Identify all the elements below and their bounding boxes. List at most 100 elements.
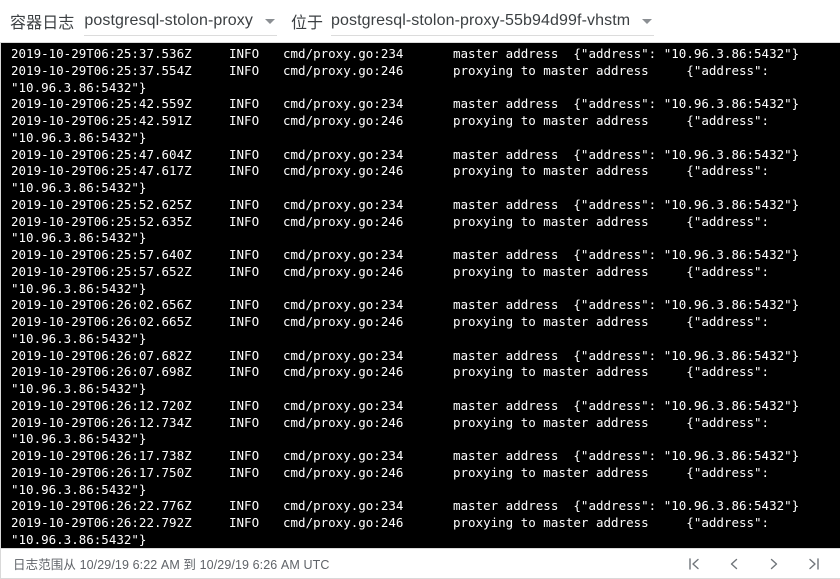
log-message: proxying to master address {"address": (453, 515, 770, 530)
log-message: master address {"address": "10.96.3.86:5… (453, 247, 800, 262)
log-timestamp: 2019-10-29T06:26:07.682Z (11, 347, 192, 363)
log-timestamp: 2019-10-29T06:25:57.652Z (11, 263, 192, 279)
log-message: proxying to master address {"address": (453, 314, 770, 329)
log-line: 2019-10-29T06:25:42.559Z INFO cmd/proxy.go… (1, 96, 840, 113)
logs-footer: 日志范围从 10/29/19 6:22 AM 到 10/29/19 6:26 A… (0, 548, 840, 579)
chevron-down-icon (642, 18, 653, 24)
log-timestamp: 2019-10-29T06:25:37.554Z (11, 62, 192, 78)
log-line: 2019-10-29T06:25:37.554Z INFO cmd/proxy.go… (1, 63, 840, 80)
select-underline (331, 35, 655, 36)
log-line-continuation: "10.96.3.86:5432"} (11, 230, 147, 246)
location-label: 位于 (291, 15, 324, 32)
log-source: cmd/proxy.go:234 (283, 448, 404, 463)
log-timestamp: 2019-10-29T06:26:12.734Z (11, 414, 192, 430)
log-source: cmd/proxy.go:246 (283, 263, 404, 279)
log-source: cmd/proxy.go:234 (283, 146, 404, 162)
log-line-continuation: "10.96.3.86:5432"} (11, 381, 147, 396)
log-line: 2019-10-29T06:25:57.652Z INFO cmd/proxy.go… (1, 264, 840, 281)
log-message: master address {"address": "10.96.3.86:5… (453, 498, 800, 514)
log-timestamp: 2019-10-29T06:25:52.625Z (11, 196, 192, 212)
log-severity: INFO (229, 163, 260, 179)
log-line: 2019-10-29T06:26:02.656Z INFO cmd/proxy.go… (1, 297, 840, 314)
log-message: proxying to master address {"address": (453, 213, 770, 229)
log-timestamp: 2019-10-29T06:26:07.698Z (11, 364, 192, 380)
log-source: cmd/proxy.go:234 (283, 46, 404, 61)
log-timestamp: 2019-10-29T06:25:52.635Z (11, 213, 192, 229)
log-severity: INFO (229, 196, 260, 212)
log-line-continuation: "10.96.3.86:5432"} (11, 280, 147, 296)
log-timestamp: 2019-10-29T06:25:47.617Z (11, 163, 192, 179)
page-title: 容器日志 (10, 15, 75, 32)
log-source: cmd/proxy.go:246 (283, 314, 404, 329)
log-message: proxying to master address {"address": (453, 163, 770, 179)
log-severity: INFO (229, 364, 260, 380)
log-timestamp: 2019-10-29T06:26:02.656Z (11, 297, 192, 313)
log-severity: INFO (229, 464, 260, 480)
log-source: cmd/proxy.go:246 (283, 364, 404, 380)
pod-select-value: postgresql-stolon-proxy-55b94d99f-vhstm (331, 12, 631, 29)
log-message: proxying to master address {"address": (453, 464, 770, 480)
log-timestamp: 2019-10-29T06:26:17.738Z (11, 448, 192, 463)
log-message: proxying to master address {"address": (453, 263, 770, 279)
log-line: 2019-10-29T06:26:12.720Z INFO cmd/proxy.go… (1, 398, 840, 415)
log-source: cmd/proxy.go:246 (283, 113, 404, 128)
log-severity: INFO (229, 397, 260, 413)
log-line: 2019-10-29T06:26:22.776Z INFO cmd/proxy.go… (1, 498, 840, 515)
chevron-down-icon (265, 18, 276, 24)
log-timestamp: 2019-10-29T06:26:22.792Z (11, 515, 192, 530)
log-timestamp: 2019-10-29T06:25:37.536Z (11, 46, 192, 61)
log-message: master address {"address": "10.96.3.86:5… (453, 347, 800, 363)
log-severity: INFO (229, 414, 260, 430)
log-message: proxying to master address {"address": (453, 364, 770, 380)
last-page-icon[interactable] (794, 550, 834, 578)
log-timestamp: 2019-10-29T06:26:17.750Z (11, 464, 192, 480)
next-page-icon[interactable] (754, 550, 794, 578)
log-source: cmd/proxy.go:234 (283, 347, 404, 363)
log-line: 2019-10-29T06:25:57.640Z INFO cmd/proxy.go… (1, 247, 840, 264)
log-source: cmd/proxy.go:246 (283, 464, 404, 480)
log-viewport[interactable]: 2019-10-29T06:25:37.536Z INFO cmd/proxy.go… (0, 42, 840, 548)
container-select-value: postgresql-stolon-proxy (84, 12, 254, 29)
log-line-continuation: "10.96.3.86:5432"} (11, 330, 147, 346)
log-severity: INFO (229, 297, 260, 313)
log-timestamp: 2019-10-29T06:25:57.640Z (11, 247, 192, 262)
log-line-continuation: "10.96.3.86:5432"} (11, 79, 147, 95)
first-page-icon[interactable] (674, 550, 714, 578)
log-severity: INFO (229, 263, 260, 279)
previous-page-icon[interactable] (714, 550, 754, 578)
log-line-continuation: "10.96.3.86:5432"} (11, 180, 147, 195)
log-message: master address {"address": "10.96.3.86:5… (453, 146, 800, 162)
log-line: 2019-10-29T06:25:37.536Z INFO cmd/proxy.go… (1, 46, 840, 63)
log-line: 2019-10-29T06:26:12.734Z INFO cmd/proxy.go… (1, 415, 840, 432)
log-severity: INFO (229, 62, 260, 78)
log-source: cmd/proxy.go:246 (283, 414, 404, 430)
container-select[interactable]: postgresql-stolon-proxy (82, 6, 279, 36)
log-source: cmd/proxy.go:234 (283, 397, 404, 413)
log-source: cmd/proxy.go:234 (283, 196, 404, 212)
log-source: cmd/proxy.go:246 (283, 62, 404, 78)
log-line: 2019-10-29T06:26:17.750Z INFO cmd/proxy.go… (1, 465, 840, 482)
log-severity: INFO (229, 46, 260, 61)
log-line-continuation: "10.96.3.86:5432"} (11, 431, 147, 447)
log-timestamp: 2019-10-29T06:26:02.665Z (11, 314, 192, 329)
log-timestamp: 2019-10-29T06:25:42.591Z (11, 113, 192, 128)
log-source: cmd/proxy.go:234 (283, 297, 404, 313)
log-severity: INFO (229, 498, 260, 514)
pod-select[interactable]: postgresql-stolon-proxy-55b94d99f-vhstm (329, 6, 656, 36)
log-message: master address {"address": "10.96.3.86:5… (453, 46, 800, 61)
log-severity: INFO (229, 247, 260, 262)
log-source: cmd/proxy.go:234 (283, 247, 404, 262)
log-line: 2019-10-29T06:25:52.625Z INFO cmd/proxy.go… (1, 197, 840, 214)
select-underline (84, 35, 278, 36)
log-severity: INFO (229, 515, 260, 530)
log-message: proxying to master address {"address": (453, 414, 770, 430)
log-line: 2019-10-29T06:26:02.665Z INFO cmd/proxy.go… (1, 314, 840, 331)
log-line: 2019-10-29T06:25:52.635Z INFO cmd/proxy.go… (1, 214, 840, 231)
log-line-continuation: "10.96.3.86:5432"} (11, 531, 147, 547)
log-timestamp: 2019-10-29T06:26:22.776Z (11, 498, 192, 514)
log-message: master address {"address": "10.96.3.86:5… (453, 448, 800, 463)
logs-header: 容器日志 postgresql-stolon-proxy 位于 postgres… (0, 0, 840, 42)
log-timestamp: 2019-10-29T06:25:42.559Z (11, 96, 192, 112)
log-severity: INFO (229, 113, 260, 128)
log-line: 2019-10-29T06:26:22.792Z INFO cmd/proxy.go… (1, 515, 840, 532)
